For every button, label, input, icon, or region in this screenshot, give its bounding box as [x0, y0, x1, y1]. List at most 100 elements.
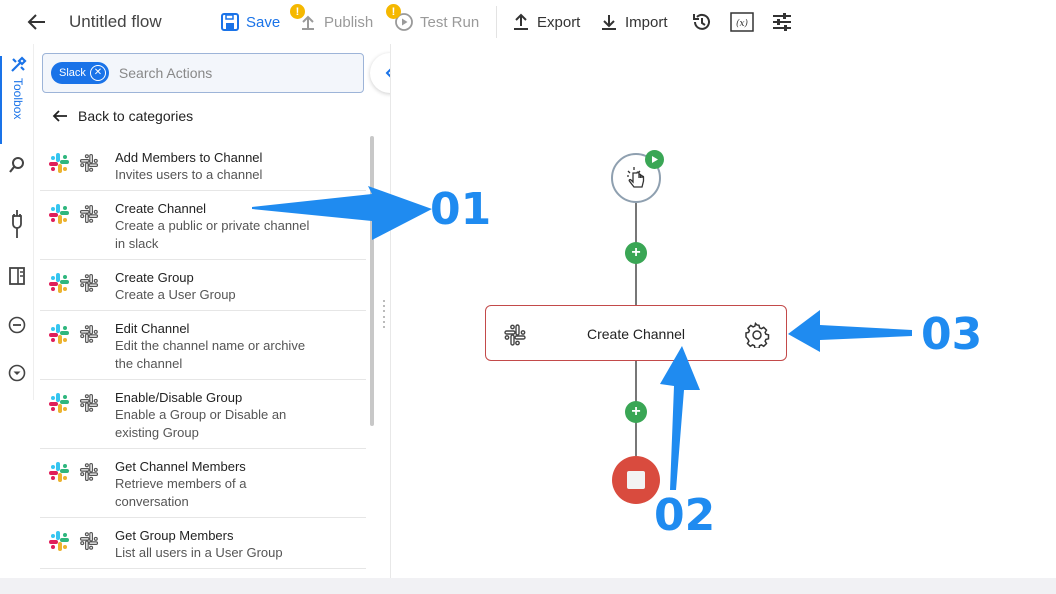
add-step-button[interactable]: + — [625, 242, 647, 264]
top-bar: Untitled flow Save ! Publish ! Test Run … — [0, 0, 1056, 44]
back-to-categories-link[interactable]: Back to categories — [52, 108, 193, 124]
rail-item-search[interactable] — [0, 156, 34, 174]
rail-item-disabled[interactable] — [0, 316, 34, 334]
back-to-categories-label: Back to categories — [78, 108, 194, 124]
rail-item-more[interactable] — [0, 364, 34, 382]
action-item[interactable]: Create Channel Create a public or private… — [40, 191, 366, 260]
search-box[interactable]: Slack ✕ — [42, 53, 364, 93]
publish-button[interactable]: ! Publish — [290, 4, 374, 32]
action-item[interactable]: Get Group Members List all users in a Use… — [40, 518, 366, 569]
action-icons — [48, 518, 115, 568]
action-description: conversation — [115, 494, 189, 509]
actions-panel: Slack ✕ Back to categories Add Members t… — [34, 44, 380, 578]
filter-chip-slack[interactable]: Slack ✕ — [51, 62, 109, 84]
slack-logo-icon — [48, 530, 70, 557]
action-icons — [48, 140, 115, 190]
action-description: Retrieve members of a — [115, 476, 247, 491]
search-icon — [9, 157, 24, 173]
slack-icon — [78, 323, 100, 350]
stop-node[interactable] — [612, 456, 660, 504]
publish-label: Publish — [324, 13, 374, 31]
action-item[interactable]: Get Channel Members Retrieve members of a… — [40, 449, 366, 518]
action-text: Get Group Members List all users in a Use… — [115, 518, 283, 568]
toolbar-divider — [496, 6, 497, 38]
slack-logo-icon — [48, 461, 70, 488]
action-description: Create a User Group — [115, 287, 236, 302]
action-name: Add Members to Channel — [115, 150, 263, 165]
export-button[interactable]: Export — [511, 12, 580, 32]
node-label: Create Channel — [586, 326, 686, 342]
arrow-left-icon — [52, 110, 67, 122]
action-description: List all users in a User Group — [115, 545, 283, 560]
toolbox-label: Toolbox — [11, 78, 25, 120]
action-icons — [48, 380, 115, 448]
add-step-button[interactable]: + — [625, 401, 647, 423]
bottom-strip — [0, 578, 1056, 594]
rail-item-connectors[interactable] — [0, 208, 34, 240]
create-channel-node[interactable]: Create Channel — [485, 305, 787, 361]
left-rail: Toolbox — [0, 44, 34, 400]
chip-label: Slack — [59, 67, 86, 79]
slack-icon — [78, 152, 100, 179]
back-arrow-icon[interactable] — [26, 11, 48, 33]
action-item[interactable]: Add Members to Channel Invites users to a… — [40, 140, 366, 191]
search-input[interactable] — [118, 65, 319, 81]
action-description: Edit the channel name or archive — [115, 338, 306, 353]
annotation-number-2: 02 — [654, 490, 716, 541]
action-item[interactable]: Enable/Disable Group Enable a Group or Di… — [40, 380, 366, 449]
slack-logo-icon — [48, 392, 70, 419]
svg-text:(x): (x) — [736, 18, 749, 29]
scrollbar[interactable] — [370, 136, 374, 426]
action-description: in slack — [115, 236, 159, 251]
action-icons — [48, 191, 115, 259]
annotation-number-3: 03 — [921, 309, 983, 360]
save-icon — [221, 13, 239, 31]
import-label: Import — [625, 13, 668, 31]
annotation-number-1: 01 — [430, 184, 492, 235]
tools-icon — [11, 56, 27, 72]
action-icons — [48, 449, 115, 517]
action-description: Enable a Group or Disable an — [115, 407, 287, 422]
flow-title[interactable]: Untitled flow — [69, 12, 162, 32]
slack-icon — [78, 530, 100, 557]
action-name: Get Channel Members — [115, 459, 246, 474]
warning-badge: ! — [386, 4, 401, 19]
rail-item-toolbox[interactable]: Toolbox — [0, 56, 34, 144]
action-description: Create a public or private channel — [115, 218, 310, 233]
warning-badge: ! — [290, 4, 305, 19]
stop-icon — [627, 471, 645, 489]
action-description: existing Group — [115, 425, 199, 440]
action-name: Enable/Disable Group — [115, 390, 243, 405]
action-text: Get Channel Members Retrieve members of a… — [115, 449, 247, 517]
slack-logo-icon — [48, 152, 70, 179]
test-run-label: Test Run — [420, 13, 480, 31]
slack-icon — [78, 461, 100, 488]
history-icon[interactable] — [691, 11, 713, 33]
action-item[interactable]: Edit Channel Edit the channel name or arc… — [40, 311, 366, 380]
chevron-down-circle-icon — [8, 364, 26, 382]
action-icons — [48, 311, 115, 379]
export-label: Export — [537, 13, 581, 31]
variables-icon[interactable]: (x) — [730, 11, 754, 33]
rail-item-notes[interactable] — [0, 266, 34, 286]
close-icon[interactable]: ✕ — [89, 65, 106, 81]
slack-icon — [78, 392, 100, 419]
action-name: Edit Channel — [115, 321, 190, 336]
save-button[interactable]: Save — [220, 12, 280, 32]
play-icon[interactable] — [645, 150, 664, 169]
import-button[interactable]: Import — [599, 12, 668, 32]
slack-logo-icon — [48, 323, 70, 350]
gear-icon[interactable] — [744, 322, 770, 353]
test-run-button[interactable]: ! Test Run — [386, 4, 480, 32]
action-text: Add Members to Channel Invites users to a… — [115, 140, 262, 190]
plug-icon — [12, 210, 22, 238]
action-item[interactable]: Create Group Create a User Group — [40, 260, 366, 311]
document-icon — [9, 267, 25, 285]
action-text: Create Channel Create a public or private… — [115, 191, 309, 259]
save-label: Save — [246, 13, 281, 31]
action-text: Create Group Create a User Group — [115, 260, 236, 310]
settings-sliders-icon[interactable] — [771, 11, 793, 33]
action-description: Invites users to a channel — [115, 167, 263, 182]
slack-logo-icon — [48, 203, 70, 230]
panel-resize-handle[interactable] — [383, 300, 389, 328]
